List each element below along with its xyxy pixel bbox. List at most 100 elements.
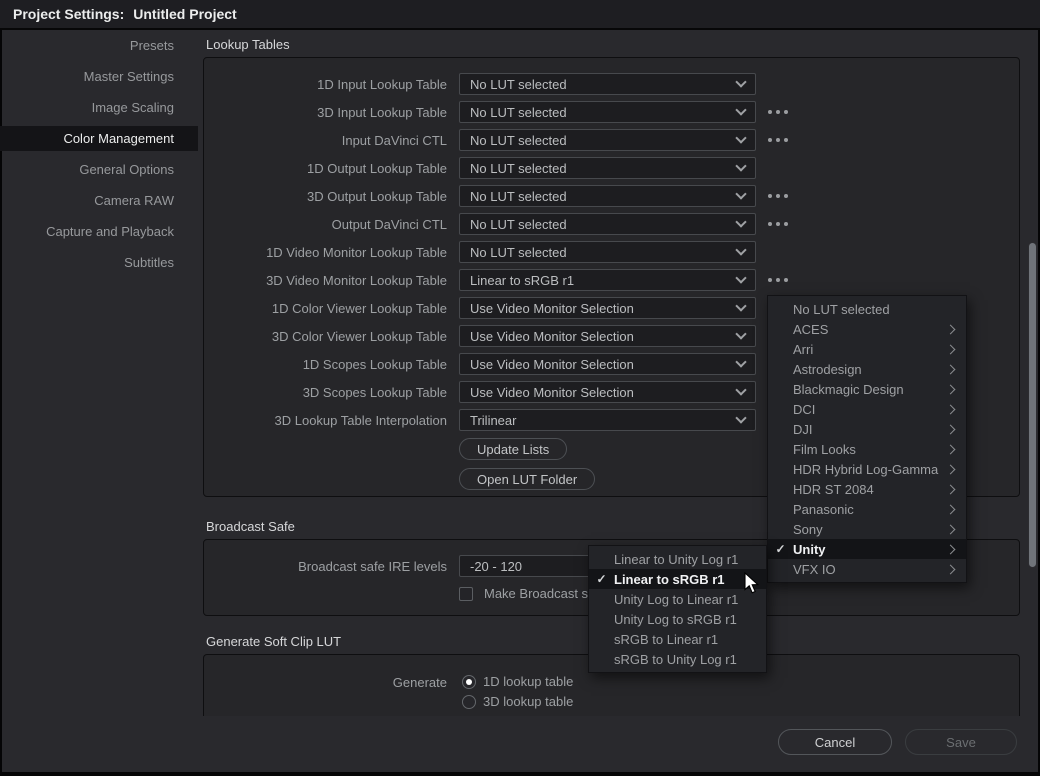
row-label: 3D Lookup Table Interpolation	[204, 413, 447, 428]
menu-item-label: VFX IO	[793, 562, 947, 577]
radio-label-1d-lookup-table: 1D lookup table	[483, 675, 573, 689]
menu-item-linear-to-srgb-r1[interactable]: ✓Linear to sRGB r1	[589, 569, 766, 589]
section-title-soft-clip: Generate Soft Clip LUT	[206, 634, 341, 649]
menu-item-label: HDR Hybrid Log-Gamma	[793, 462, 947, 477]
menu-item-hdr-hybrid-log-gamma[interactable]: HDR Hybrid Log-Gamma	[768, 459, 966, 479]
sidebar-item-capture-and-playback[interactable]: Capture and Playback	[0, 219, 198, 244]
lut-row-3d-video-monitor-lookup-table: 3D Video Monitor Lookup TableLinear to s…	[204, 266, 1019, 294]
menu-item-unity[interactable]: ✓Unity	[768, 539, 966, 559]
chevron-right-icon	[946, 464, 956, 474]
dropdown-value: No LUT selected	[470, 189, 737, 204]
make-broadcast-safe-checkbox[interactable]	[459, 587, 473, 601]
menu-item-dji[interactable]: DJI	[768, 419, 966, 439]
save-button[interactable]: Save	[905, 729, 1017, 755]
3d-lookup-table-interpolation-dropdown[interactable]: Trilinear	[459, 409, 756, 431]
menu-item-hdr-st-2084[interactable]: HDR ST 2084	[768, 479, 966, 499]
chevron-down-icon	[735, 328, 746, 339]
1d-scopes-lookup-table-dropdown[interactable]: Use Video Monitor Selection	[459, 353, 756, 375]
dropdown-value: No LUT selected	[470, 245, 737, 260]
menu-item-dci[interactable]: DCI	[768, 399, 966, 419]
menu-item-unity-log-to-srgb-r1[interactable]: Unity Log to sRGB r1	[589, 609, 766, 629]
chevron-right-icon	[946, 564, 956, 574]
options-ellipsis-button[interactable]	[768, 222, 788, 226]
3d-scopes-lookup-table-dropdown[interactable]: Use Video Monitor Selection	[459, 381, 756, 403]
input-davinci-ctl-dropdown[interactable]: No LUT selected	[459, 129, 756, 151]
ellipsis-dot	[784, 110, 788, 114]
chevron-down-icon	[735, 300, 746, 311]
chevron-down-icon	[735, 412, 746, 423]
menu-item-label: sRGB to Unity Log r1	[614, 652, 766, 667]
1d-color-viewer-lookup-table-dropdown[interactable]: Use Video Monitor Selection	[459, 297, 756, 319]
ellipsis-dot	[768, 222, 772, 226]
ellipsis-dot	[768, 194, 772, 198]
sidebar-item-color-management[interactable]: Color Management	[0, 126, 198, 151]
sidebar-item-master-settings[interactable]: Master Settings	[0, 64, 198, 89]
output-davinci-ctl-dropdown[interactable]: No LUT selected	[459, 213, 756, 235]
options-ellipsis-button[interactable]	[768, 278, 788, 282]
options-ellipsis-button[interactable]	[768, 194, 788, 198]
lut-row-output-davinci-ctl: Output DaVinci CTL No LUT selected	[204, 210, 1019, 238]
menu-item-label: Unity Log to sRGB r1	[614, 612, 766, 627]
update-lists-button[interactable]: Update Lists	[459, 438, 567, 460]
sidebar-item-subtitles[interactable]: Subtitles	[0, 250, 198, 275]
sidebar-item-image-scaling[interactable]: Image Scaling	[0, 95, 198, 120]
options-ellipsis-button[interactable]	[768, 138, 788, 142]
3d-color-viewer-lookup-table-dropdown[interactable]: Use Video Monitor Selection	[459, 325, 756, 347]
radio-3d-lookup-table[interactable]	[462, 695, 476, 709]
menu-item-linear-to-unity-log-r1[interactable]: Linear to Unity Log r1	[589, 549, 766, 569]
chevron-down-icon	[735, 160, 746, 171]
menu-item-srgb-to-linear-r1[interactable]: sRGB to Linear r1	[589, 629, 766, 649]
cancel-button[interactable]: Cancel	[778, 729, 892, 755]
sidebar: Presets Master Settings Image Scaling Color…	[0, 33, 198, 281]
radio-1d-lookup-table[interactable]	[462, 675, 476, 689]
unity-submenu: Linear to Unity Log r1 ✓Linear to sRGB r1…	[588, 545, 767, 673]
row-label: 3D Input Lookup Table	[204, 105, 447, 120]
3d-output-lookup-table-dropdown[interactable]: No LUT selected	[459, 185, 756, 207]
sidebar-item-general-options[interactable]: General Options	[0, 157, 198, 182]
menu-item-astrodesign[interactable]: Astrodesign	[768, 359, 966, 379]
lut-row-1d-output-lookup-table: 1D Output Lookup Table No LUT selected	[204, 154, 1019, 182]
menu-item-unity-log-to-linear-r1[interactable]: Unity Log to Linear r1	[589, 589, 766, 609]
menu-item-label: Film Looks	[793, 442, 947, 457]
1d-input-lookup-table-dropdown[interactable]: No LUT selected	[459, 73, 756, 95]
menu-item-arri[interactable]: Arri	[768, 339, 966, 359]
menu-item-label: sRGB to Linear r1	[614, 632, 766, 647]
row-label: 1D Color Viewer Lookup Table	[204, 301, 447, 316]
chevron-right-icon	[946, 424, 956, 434]
row-label: Output DaVinci CTL	[204, 217, 447, 232]
row-label: 1D Output Lookup Table	[204, 161, 447, 176]
ellipsis-dot	[784, 222, 788, 226]
sidebar-item-camera-raw[interactable]: Camera RAW	[0, 188, 198, 213]
chevron-right-icon	[946, 544, 956, 554]
menu-item-vfx-io[interactable]: VFX IO	[768, 559, 966, 579]
menu-item-panasonic[interactable]: Panasonic	[768, 499, 966, 519]
titlebar: Project Settings: Untitled Project	[0, 0, 1040, 30]
ellipsis-dot	[784, 194, 788, 198]
chevron-right-icon	[946, 364, 956, 374]
menu-item-film-looks[interactable]: Film Looks	[768, 439, 966, 459]
row-label: 3D Color Viewer Lookup Table	[204, 329, 447, 344]
ellipsis-dot	[776, 194, 780, 198]
3d-input-lookup-table-dropdown[interactable]: No LUT selected	[459, 101, 756, 123]
sidebar-item-presets[interactable]: Presets	[0, 33, 198, 58]
menu-item-no-lut-selected[interactable]: No LUT selected	[768, 299, 966, 319]
menu-item-sony[interactable]: Sony	[768, 519, 966, 539]
menu-item-aces[interactable]: ACES	[768, 319, 966, 339]
ellipsis-dot	[768, 278, 772, 282]
row-label: 1D Input Lookup Table	[204, 77, 447, 92]
vertical-scrollbar-thumb[interactable]	[1028, 242, 1037, 568]
menu-item-srgb-to-unity-log-r1[interactable]: sRGB to Unity Log r1	[589, 649, 766, 669]
3d-video-monitor-lookup-table-dropdown[interactable]: Linear to sRGB r1	[459, 269, 756, 291]
menu-item-label: ACES	[793, 322, 947, 337]
1d-video-monitor-lookup-table-dropdown[interactable]: No LUT selected	[459, 241, 756, 263]
ellipsis-dot	[776, 110, 780, 114]
menu-item-label: No LUT selected	[793, 302, 966, 317]
1d-output-lookup-table-dropdown[interactable]: No LUT selected	[459, 157, 756, 179]
menu-item-blackmagic-design[interactable]: Blackmagic Design	[768, 379, 966, 399]
options-ellipsis-button[interactable]	[768, 110, 788, 114]
menu-item-label: Linear to Unity Log r1	[614, 552, 766, 567]
open-lut-folder-button[interactable]: Open LUT Folder	[459, 468, 595, 490]
menu-item-label: Sony	[793, 522, 947, 537]
lut-row-1d-video-monitor-lookup-table: 1D Video Monitor Lookup TableNo LUT sele…	[204, 238, 1019, 266]
mouse-cursor-icon	[744, 572, 760, 594]
